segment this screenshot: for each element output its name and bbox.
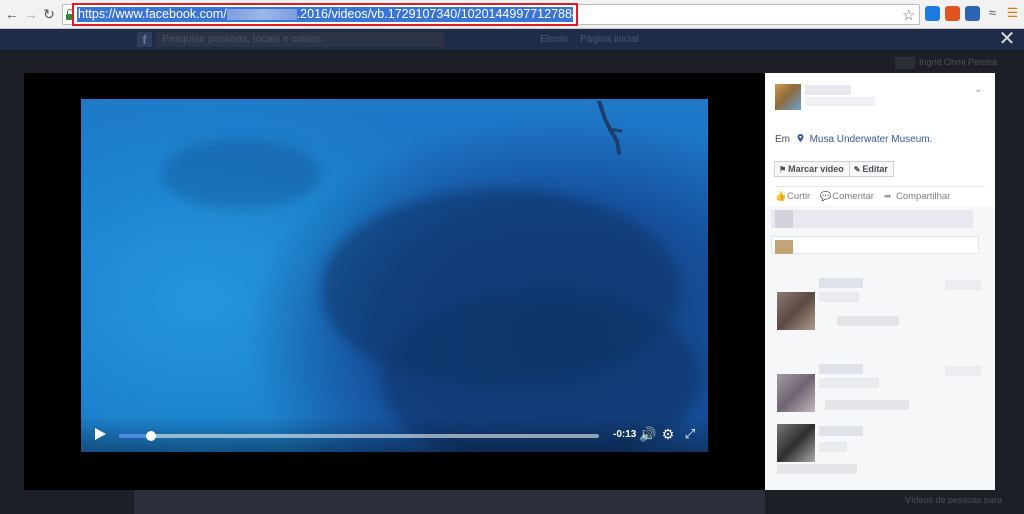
right-column-footer: Vídeos de pessoas para — [905, 495, 1003, 505]
dimmed-photo-strip — [134, 490, 765, 514]
like-label: Curtir — [787, 191, 811, 202]
location-pin-icon — [797, 134, 804, 142]
browser-toolbar: ← → ↻ https://www.facebook.com/.2016/vid… — [0, 0, 1024, 29]
play-icon[interactable] — [95, 428, 106, 440]
redacted-name — [805, 85, 851, 95]
forward-arrow-icon[interactable]: → — [23, 6, 39, 22]
comment-input[interactable] — [771, 236, 979, 254]
video-controls: -0:13 🔊 ⚙ ⤢ — [81, 416, 708, 452]
close-icon[interactable]: ✕ — [998, 29, 1016, 49]
avatar — [775, 210, 793, 228]
redacted-timestamp — [805, 97, 875, 106]
divider — [775, 186, 985, 187]
redacted-comment-name — [819, 426, 863, 436]
chevron-down-icon[interactable]: ⌄ — [974, 84, 982, 95]
comment-icon: 💬 — [820, 191, 832, 201]
location-link[interactable]: Musa Underwater Museum. — [810, 134, 933, 145]
post-actions: 👍Curtir 💬Comentar ➦ Compartilhar — [775, 191, 950, 202]
tilde-extension-icon[interactable]: ≈ — [985, 6, 1000, 21]
edit-label: Editar — [862, 164, 888, 174]
menu-icon[interactable]: ☰ — [1005, 6, 1020, 21]
office-extension-icon[interactable] — [945, 6, 960, 21]
tag-video-button[interactable]: ⚑ Marcar vídeo — [774, 161, 850, 177]
tag-video-label: Marcar vídeo — [788, 164, 844, 174]
reload-icon[interactable]: ↻ — [41, 6, 57, 22]
video-player[interactable]: -0:13 🔊 ⚙ ⤢ — [81, 99, 708, 452]
redacted-comment-text — [777, 464, 857, 474]
facebook-search-input[interactable]: Pesquise pessoas, locais e coisas — [156, 32, 444, 47]
redacted-comment-text — [819, 378, 879, 388]
comment-label: Comentar — [832, 191, 874, 202]
avatar — [895, 57, 915, 69]
location-line: Em Musa Underwater Museum. — [775, 134, 932, 145]
volume-icon[interactable]: 🔊 — [639, 426, 656, 442]
comment-button[interactable]: 💬Comentar — [820, 191, 874, 202]
reef-shadow — [161, 139, 321, 209]
time-remaining: -0:13 — [613, 429, 637, 440]
redacted-comment-text — [819, 292, 859, 302]
home-link[interactable]: Página inicial — [580, 34, 639, 45]
facebook-header: f Pesquise pessoas, locais e coisas Elen… — [0, 29, 1024, 50]
avatar — [777, 292, 815, 330]
share-label: Compartilhar — [895, 191, 951, 202]
seek-bar[interactable] — [119, 431, 599, 441]
avatar[interactable] — [775, 84, 801, 110]
avatar — [777, 374, 815, 412]
redacted-comment-name — [819, 278, 863, 288]
profile-link[interactable]: Elenin — [540, 34, 568, 45]
redacted-comment-meta — [945, 280, 981, 290]
redacted-reactions — [771, 210, 973, 228]
url-annotation-box — [72, 3, 578, 26]
redacted-comment-meta — [945, 366, 981, 376]
share-arrow-icon: ➦ — [883, 191, 892, 201]
analytics-extension-icon[interactable] — [965, 6, 980, 21]
tag-icon: ⚑ — [779, 165, 787, 174]
avatar — [777, 424, 815, 462]
thumbs-up-icon: 👍 — [775, 191, 787, 201]
search-placeholder: Pesquise pessoas, locais e coisas — [162, 33, 322, 45]
redacted-comment-text — [837, 316, 899, 326]
facebook-logo-icon[interactable]: f — [137, 32, 152, 47]
redacted-comment-text — [825, 400, 909, 410]
post-details-panel: ⌄ Em Musa Underwater Museum. ⚑ Marcar víd… — [765, 73, 995, 490]
comments-section — [765, 206, 995, 490]
like-button[interactable]: 👍Curtir — [775, 191, 810, 202]
right-column-item: Ingrid Ohmi Pereira — [919, 57, 998, 67]
address-bar[interactable]: https://www.facebook.com/.2016/videos/vb… — [62, 3, 920, 26]
fullscreen-icon[interactable]: ⤢ — [682, 426, 698, 442]
bookmark-star-icon[interactable]: ☆ — [902, 6, 915, 24]
diver-figure — [597, 101, 623, 155]
pencil-icon: ✎ — [853, 165, 861, 174]
share-button[interactable]: ➦ Compartilhar — [884, 191, 950, 202]
messenger-extension-icon[interactable] — [925, 6, 940, 21]
location-prefix: Em — [775, 134, 790, 145]
post-action-buttons: ⚑ Marcar vídeo ✎ Editar — [774, 161, 894, 177]
seek-handle[interactable] — [145, 431, 156, 441]
edit-button[interactable]: ✎ Editar — [849, 161, 894, 177]
redacted-comment-name — [819, 364, 863, 374]
redacted-comment-text — [819, 442, 847, 452]
avatar — [775, 240, 793, 254]
settings-gear-icon[interactable]: ⚙ — [660, 426, 676, 442]
back-arrow-icon[interactable]: ← — [4, 6, 20, 22]
